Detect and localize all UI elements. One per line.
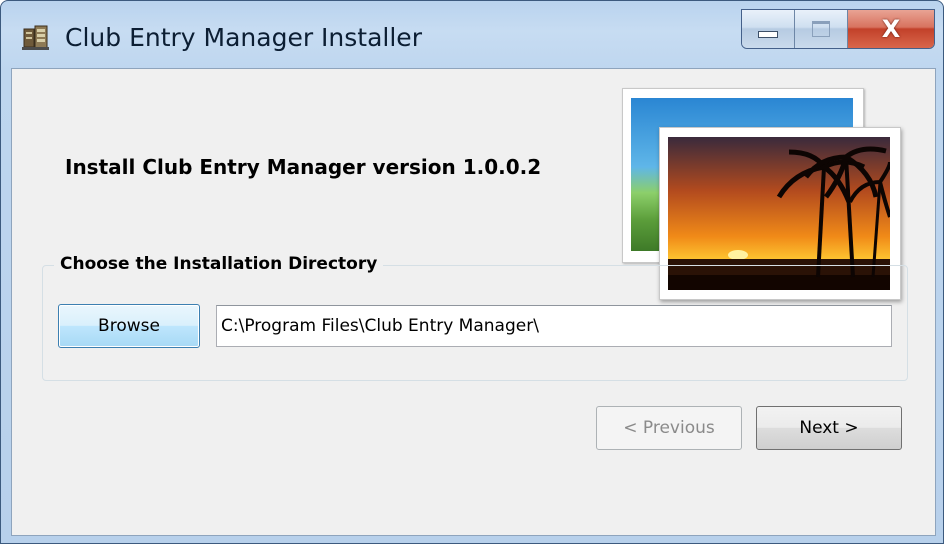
browse-button[interactable]: Browse: [58, 304, 200, 348]
installer-window: Club Entry Manager Installer X Install C…: [0, 0, 944, 544]
installer-app-icon: [21, 23, 51, 53]
maximize-icon: [812, 21, 830, 37]
page-title: Install Club Entry Manager version 1.0.0…: [65, 155, 542, 179]
title-bar[interactable]: Club Entry Manager Installer X: [1, 1, 943, 61]
window-controls: X: [741, 9, 935, 49]
previous-button[interactable]: < Previous: [596, 406, 742, 450]
close-icon: X: [881, 15, 901, 43]
maximize-button[interactable]: [795, 10, 848, 48]
minimize-icon: [758, 30, 778, 38]
install-path-input[interactable]: [216, 305, 892, 347]
directory-group-label: Choose the Installation Directory: [54, 254, 384, 274]
window-title: Club Entry Manager Installer: [65, 23, 422, 52]
minimize-button[interactable]: [742, 10, 795, 48]
close-button[interactable]: X: [848, 10, 934, 48]
next-button[interactable]: Next >: [756, 406, 902, 450]
